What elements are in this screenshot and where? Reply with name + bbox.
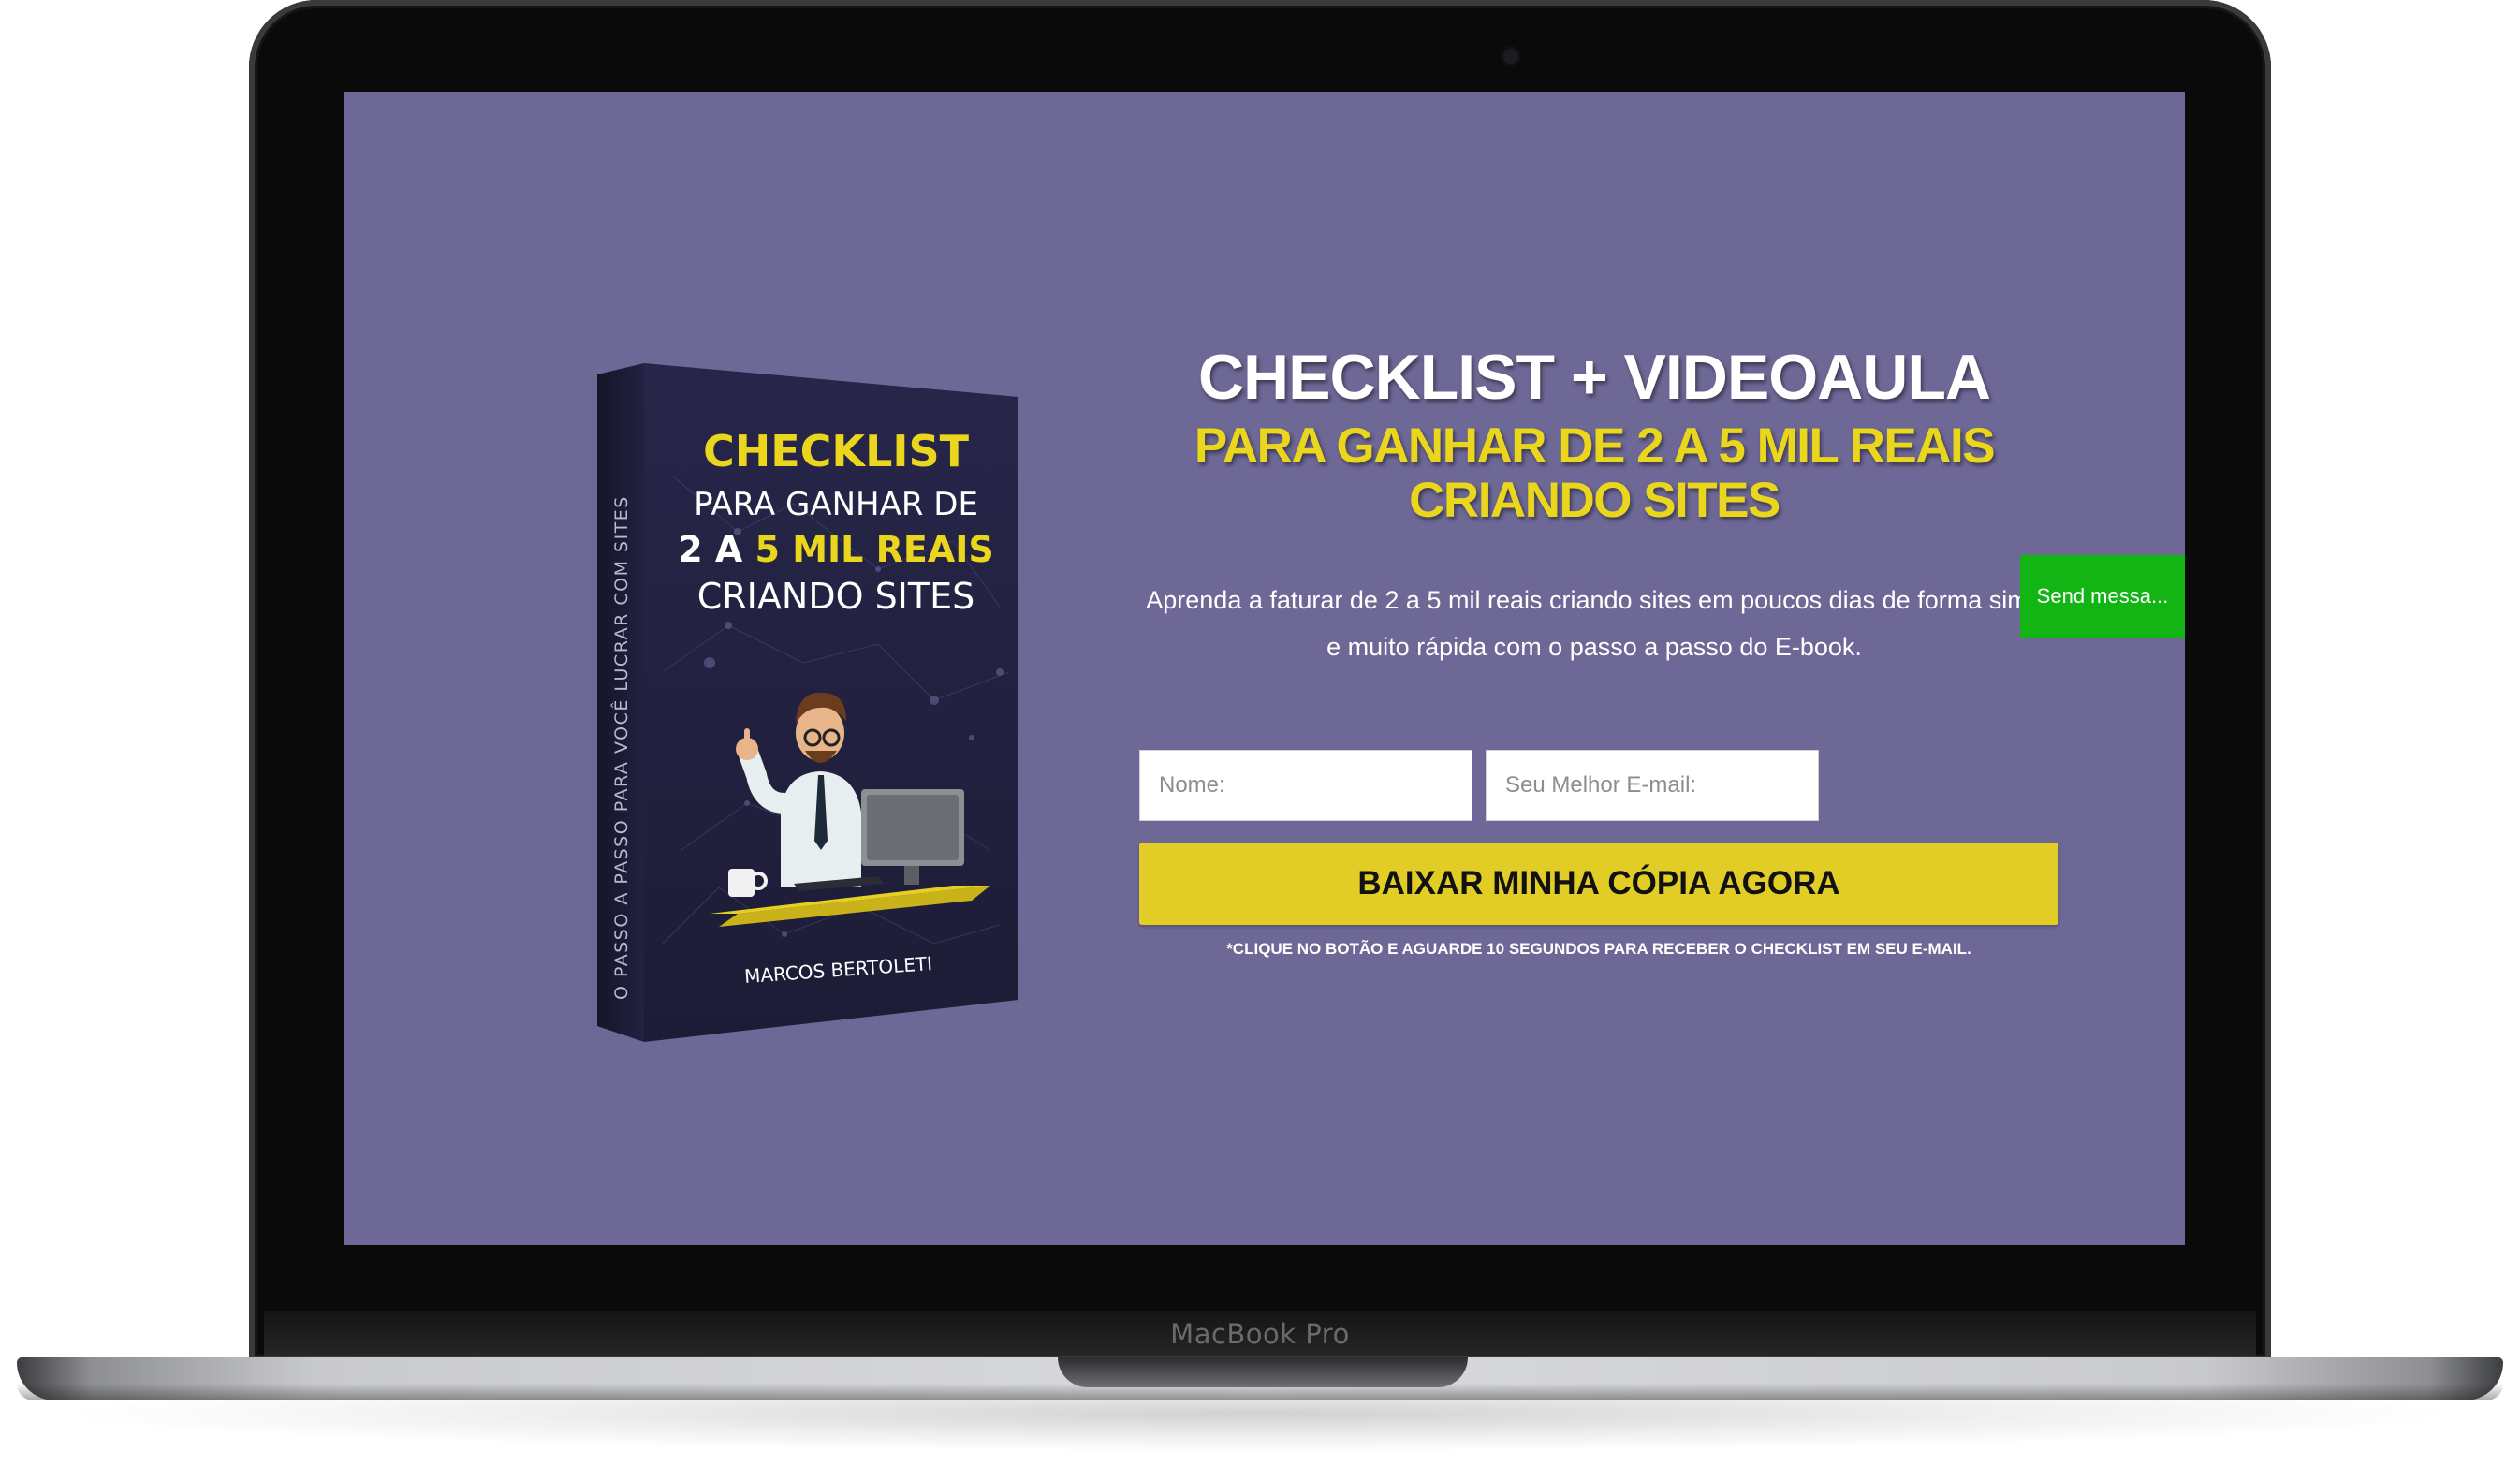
form-disclaimer: *CLIQUE NO BOTÃO E AGUARDE 10 SEGUNDOS P…	[1226, 940, 1971, 958]
download-button[interactable]: BAIXAR MINHA CÓPIA AGORA	[1139, 843, 2058, 925]
laptop-brand-label: MacBook Pro	[1170, 1318, 1350, 1350]
name-input[interactable]	[1139, 750, 1472, 821]
cover-title: CHECKLIST	[703, 426, 970, 476]
email-input[interactable]	[1486, 750, 1819, 821]
camera-icon	[1503, 49, 1518, 64]
hero-description: Aprenda a faturar de 2 a 5 mil reais cri…	[1131, 577, 2058, 670]
description-line-2: e muito rápida com o passo a passo do E-…	[1326, 633, 1862, 661]
landing-page: CHECKLIST PARA GANHAR DE 2 A 5 MIL REAIS…	[344, 92, 2185, 1245]
cover-line-3: 2 A 5 MIL REAIS	[678, 529, 994, 570]
cover-spine-text: O PASSO A PASSO PARA VOCÊ LUCRAR COM SIT…	[610, 495, 632, 1000]
cover-line-3b: 5 MIL REAIS	[755, 529, 994, 570]
hero-copy: CHECKLIST + VIDEOAULA PARA GANHAR DE 2 A…	[1131, 343, 2058, 528]
cover-line-4: CRIANDO SITES	[697, 576, 975, 617]
subheadline-line-1: PARA GANHAR DE 2 A 5 MIL REAIS	[1194, 418, 1996, 474]
laptop-mockup: MacBook Pro CHECKLIST PARA GANHAR DE 2 A…	[0, 0, 2520, 1466]
page-subheadline: PARA GANHAR DE 2 A 5 MIL REAIS CRIANDO S…	[1131, 419, 2058, 528]
send-message-button[interactable]: Send messa...	[2020, 555, 2185, 638]
page-headline: CHECKLIST + VIDEOAULA	[1197, 342, 1991, 413]
cover-line-3a: 2 A	[678, 529, 755, 570]
laptop-notch	[1058, 1357, 1468, 1387]
description-line-1: Aprenda a faturar de 2 a 5 mil reais cri…	[1146, 586, 2043, 614]
subheadline-line-2: CRIANDO SITES	[1409, 473, 1780, 528]
cover-line-2: PARA GANHAR DE	[694, 486, 978, 523]
ebook-cover-image: CHECKLIST PARA GANHAR DE 2 A 5 MIL REAIS…	[597, 363, 1018, 1042]
